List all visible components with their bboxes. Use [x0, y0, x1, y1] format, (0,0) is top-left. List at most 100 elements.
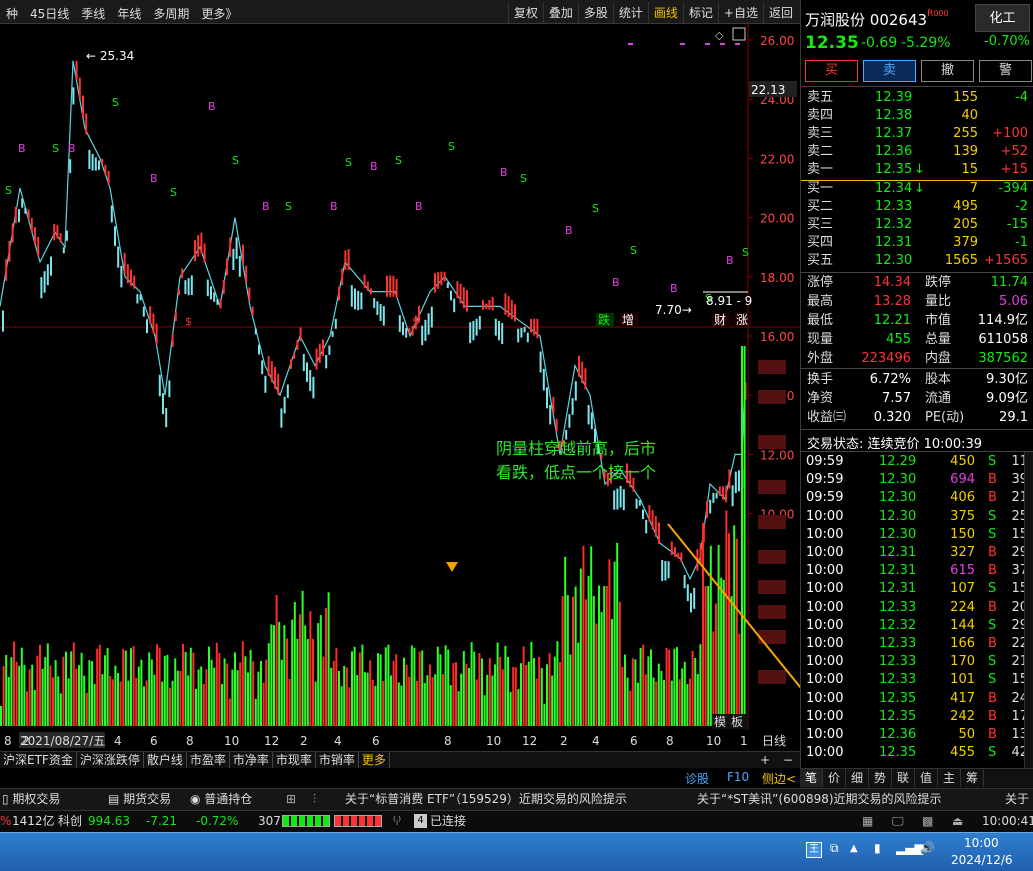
sidebar-toggle[interactable]: 侧边<: [762, 770, 796, 787]
toolbar-right-item[interactable]: 多股: [577, 2, 613, 23]
indicator-tab[interactable]: 市盈率: [187, 752, 230, 769]
detail-tab[interactable]: 势: [869, 769, 892, 787]
indicator-tab[interactable]: 沪深ETF资金: [0, 752, 77, 769]
tick-price: 12.33: [879, 599, 917, 615]
f10-link[interactable]: F10: [727, 770, 749, 784]
candle: [398, 315, 401, 332]
monitor-icon[interactable]: 🖵: [892, 811, 904, 831]
candle: [523, 326, 526, 333]
volume-bar: [572, 596, 574, 726]
volume-icon[interactable]: 🔊: [920, 841, 935, 855]
zoom-out-button[interactable]: −: [780, 752, 796, 769]
tray-expand-icon[interactable]: ▲: [850, 843, 858, 854]
indicator-tab[interactable]: 市销率: [316, 752, 359, 769]
zoom-in-button[interactable]: +: [757, 752, 773, 769]
book-row[interactable]: 卖五 12.39 155 -4: [801, 89, 1033, 107]
ime-icon[interactable]: 王: [806, 842, 822, 858]
futures-tab[interactable]: ▤ 期货交易: [108, 789, 171, 810]
candle: [82, 95, 84, 118]
toolbar-right-item[interactable]: 标记: [682, 2, 718, 23]
candle: [30, 217, 33, 232]
volume-bar: [683, 661, 686, 726]
stat-value: 12.21: [873, 313, 911, 328]
news-item-3[interactable]: 关于: [1005, 789, 1029, 810]
book-row[interactable]: 买三 12.32 205 -15: [801, 216, 1033, 234]
add-icon[interactable]: ⊞: [286, 789, 296, 810]
volume-bar: [564, 556, 567, 726]
book-row[interactable]: 卖三 12.37 255 +100: [801, 125, 1033, 143]
detail-tab[interactable]: 值: [915, 769, 938, 787]
book-row[interactable]: 卖一 12.35 ↓ 15 +15: [801, 161, 1033, 179]
indicator-tab[interactable]: 更多: [359, 752, 390, 769]
detail-tab[interactable]: 笔: [800, 769, 823, 787]
toolbar-right-item[interactable]: 叠加: [542, 2, 578, 23]
news-item-2[interactable]: 关于“*ST美讯”(600898)近期交易的风险提示: [697, 789, 942, 810]
stat-label: 换手: [807, 372, 834, 387]
candle: [341, 268, 344, 286]
volume-bar: [426, 675, 429, 726]
window-icon[interactable]: ⧉: [830, 841, 839, 856]
detail-tab[interactable]: 筹: [961, 769, 984, 787]
toolbar-right-item[interactable]: 复权: [507, 2, 543, 23]
volume-bar: [717, 545, 720, 726]
kc-change: -7.21: [146, 814, 178, 828]
indicator-tab[interactable]: 沪深涨跌停: [77, 752, 144, 769]
book-row[interactable]: 卖四 12.38 40: [801, 107, 1033, 125]
indicator-tab[interactable]: 散户线: [144, 752, 187, 769]
calc-icon[interactable]: ▦: [862, 811, 873, 831]
options-tab[interactable]: ▯ 期权交易: [2, 789, 60, 810]
detail-tab[interactable]: 细: [846, 769, 869, 787]
toolbar-right-item[interactable]: 统计: [612, 2, 648, 23]
toolbar-right-item[interactable]: 画线: [647, 2, 683, 23]
volume-bar: [587, 575, 590, 726]
volume-bar: [397, 682, 400, 726]
grid-icon[interactable]: ▩: [922, 811, 933, 831]
volume-bar: [501, 669, 504, 726]
book-row[interactable]: 卖二 12.36 139 +52: [801, 143, 1033, 161]
tick-row: 10:00 12.31 107 S 15: [801, 580, 1033, 598]
toolbar-left-item[interactable]: 更多》: [195, 0, 243, 22]
volume-bar: [239, 662, 242, 726]
dash-mark: [735, 43, 740, 45]
kline-chart[interactable]: 26.0024.0022.0020.0018.0016.0014.0012.00…: [0, 24, 800, 754]
inbox-icon[interactable]: ⏏: [952, 811, 963, 831]
holding-tab[interactable]: ◉ 普通持仓: [190, 789, 252, 810]
volume-bar: [574, 586, 577, 726]
detail-tab[interactable]: 价: [823, 769, 846, 787]
detail-tab[interactable]: 联: [892, 769, 915, 787]
candle: [72, 87, 75, 105]
candle: [347, 249, 350, 271]
toolbar-left-item[interactable]: 多周期: [147, 0, 195, 22]
book-row[interactable]: 买二 12.33 495 -2: [801, 198, 1033, 216]
toolbar-left-item[interactable]: 种: [0, 0, 24, 22]
clock-date[interactable]: 2024/12/6: [951, 853, 1013, 867]
tick-side: B: [988, 563, 997, 579]
indicator-tab[interactable]: 市净率: [230, 752, 273, 769]
detail-tab[interactable]: 主: [938, 769, 961, 787]
status-bar: % 1412亿 科创 994.63 -7.21 -0.72% 307.3亿 ⁽ᵢ…: [0, 810, 1033, 832]
diagnose-link[interactable]: 诊股: [685, 770, 709, 787]
toolbar-left-item[interactable]: 年线: [111, 0, 147, 22]
candle: [648, 505, 651, 522]
tick-row: 10:00 12.30 375 S 25: [801, 508, 1033, 526]
toolbar-left-item[interactable]: 45日线: [24, 0, 75, 22]
volume-bar: [364, 672, 366, 726]
toolbar-right-item[interactable]: 返回: [762, 2, 798, 23]
candle: [462, 287, 465, 309]
battery-icon[interactable]: ▮: [874, 841, 881, 855]
kline-svg[interactable]: 26.0024.0022.0020.0018.0016.0014.0012.00…: [0, 24, 800, 754]
volume-bar: [678, 679, 681, 726]
book-row[interactable]: 买一 12.34 ↓ 7 -394: [801, 180, 1033, 198]
book-row[interactable]: 买五 12.30 1565 +1565: [801, 252, 1033, 270]
clock-time[interactable]: 10:00: [964, 836, 999, 850]
volume-bar: [488, 658, 491, 726]
tick-scrollbar[interactable]: [1024, 452, 1033, 768]
candle: [258, 344, 260, 355]
candle: [117, 246, 120, 268]
toolbar-right-item[interactable]: +自选: [717, 2, 763, 23]
book-row[interactable]: 买四 12.31 379 -1: [801, 234, 1033, 252]
indicator-tab[interactable]: 市现率: [273, 752, 316, 769]
book-price: 12.39: [875, 90, 913, 105]
news-item-1[interactable]: 关于“标普消费 ETF”（159529）近期交易的风险提示: [345, 789, 627, 810]
toolbar-left-item[interactable]: 季线: [75, 0, 111, 22]
